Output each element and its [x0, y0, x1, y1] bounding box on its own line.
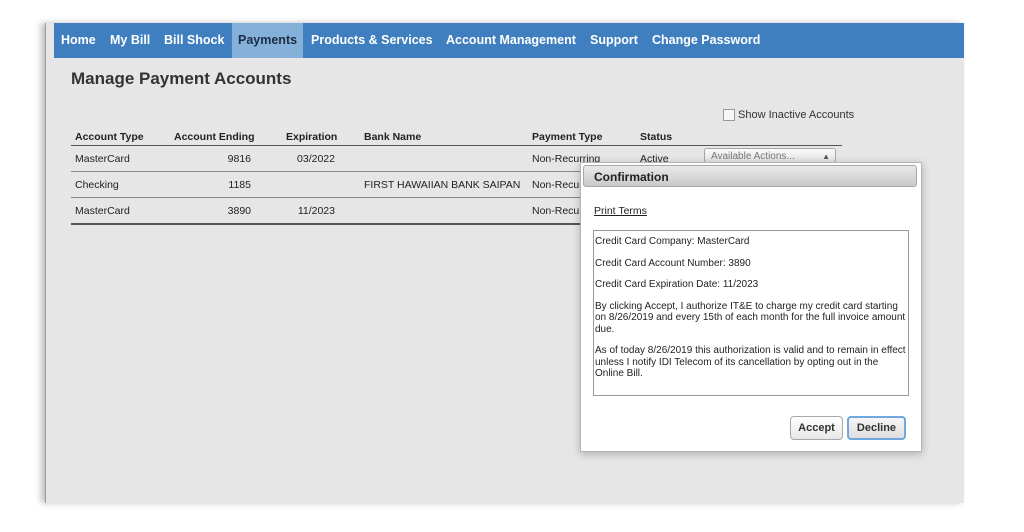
- confirmation-dialog: Confirmation Print Terms Credit Card Com…: [580, 162, 922, 452]
- dialog-title: Confirmation: [583, 165, 917, 187]
- cell-account-type: Checking: [75, 179, 119, 191]
- col-account-type: Account Type: [75, 131, 144, 143]
- nav-products-services[interactable]: Products & Services: [311, 23, 433, 58]
- show-inactive-checkbox[interactable]: [723, 109, 735, 121]
- print-terms-link[interactable]: Print Terms: [594, 205, 647, 217]
- terms-authorize: By clicking Accept, I authorize IT&E to …: [595, 300, 906, 335]
- nav-change-password[interactable]: Change Password: [652, 23, 760, 58]
- accept-button[interactable]: Accept: [790, 416, 843, 440]
- terms-company: Credit Card Company: MasterCard: [595, 236, 750, 247]
- col-status: Status: [640, 131, 673, 143]
- available-actions-value: Available Actions...: [711, 151, 795, 162]
- nav-my-bill[interactable]: My Bill: [110, 23, 150, 58]
- nav-bill-shock[interactable]: Bill Shock: [164, 23, 224, 58]
- terms-textbox[interactable]: Credit Card Company: MasterCard Credit C…: [593, 230, 909, 396]
- available-actions-select[interactable]: Available Actions... ▲▼: [704, 148, 836, 176]
- show-inactive-label: Show Inactive Accounts: [738, 109, 855, 121]
- main-navbar: Home My Bill Bill Shock Payments Product…: [54, 23, 964, 58]
- show-inactive-toggle[interactable]: Show Inactive Accounts: [723, 107, 854, 123]
- cell-payment-type: Non-Recur: [532, 179, 583, 191]
- nav-support[interactable]: Support: [590, 23, 638, 58]
- col-expiration: Expiration: [286, 131, 338, 143]
- cell-expiration: 03/2022: [297, 153, 335, 165]
- cell-payment-type: Non-Recur: [532, 205, 583, 217]
- col-bank-name: Bank Name: [364, 131, 422, 143]
- cell-account-type: MasterCard: [75, 205, 130, 217]
- cell-account-type: MasterCard: [75, 153, 130, 165]
- cell-account-ending: 3890: [227, 205, 251, 217]
- nav-account-management[interactable]: Account Management: [446, 23, 576, 58]
- nav-home[interactable]: Home: [61, 23, 96, 58]
- table-header: Account Type Account Ending Expiration B…: [71, 128, 842, 146]
- col-account-ending: Account Ending: [174, 131, 255, 143]
- cell-bank-name: FIRST HAWAIIAN BANK SAIPAN: [364, 179, 521, 191]
- page-title: Manage Payment Accounts: [71, 69, 292, 88]
- cell-expiration: 11/2023: [297, 205, 335, 217]
- nav-payments[interactable]: Payments: [232, 23, 304, 58]
- col-payment-type: Payment Type: [532, 131, 603, 143]
- decline-button[interactable]: Decline: [847, 416, 906, 440]
- terms-expiration: Credit Card Expiration Date: 11/2023: [595, 279, 759, 290]
- cell-account-ending: 9816: [227, 153, 251, 165]
- terms-account-number: Credit Card Account Number: 3890: [595, 257, 751, 269]
- cell-account-ending: 1185: [228, 179, 251, 191]
- terms-validity: As of today 8/26/2019 this authorization…: [595, 345, 906, 379]
